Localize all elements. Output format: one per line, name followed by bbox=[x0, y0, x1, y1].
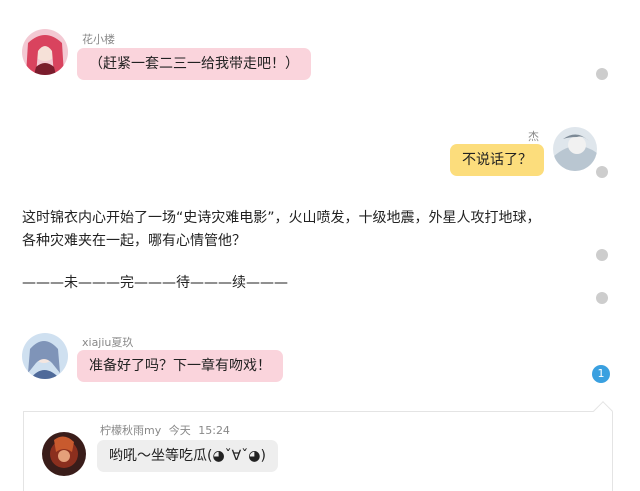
comment-time: 15:24 bbox=[198, 424, 230, 437]
avatar-huaxiaolou[interactable] bbox=[22, 29, 68, 75]
comment-count-badge[interactable]: 1 bbox=[592, 365, 610, 383]
comment-dot[interactable] bbox=[596, 249, 608, 261]
comment-meta: 柠檬秋雨my 今天 15:24 bbox=[100, 422, 234, 438]
comment-dot[interactable] bbox=[596, 292, 608, 304]
narration-line: 这时锦衣内心开始了一场“史诗灾难电影”，火山喷发，十级地震，外星人攻打地球， bbox=[22, 210, 541, 226]
message-bubble: （赶紧一套二三一给我带走吧！） bbox=[77, 48, 311, 80]
comment-date: 今天 bbox=[168, 424, 191, 437]
commenter-name[interactable]: 柠檬秋雨my bbox=[100, 424, 161, 437]
author-name: 杰 bbox=[528, 130, 539, 143]
author-name: xiajiu夏玖 bbox=[82, 336, 134, 349]
message-bubble: 准备好了吗？下一章有吻戏！ bbox=[77, 350, 283, 382]
commenter-avatar[interactable] bbox=[42, 432, 86, 476]
comment-dot[interactable] bbox=[596, 166, 608, 178]
avatar-jie[interactable] bbox=[553, 127, 597, 171]
comment-dot[interactable] bbox=[596, 68, 608, 80]
narration-line: 各种灾难夹在一起，哪有心情管他？ bbox=[22, 233, 246, 249]
message-bubble: 不说话了？ bbox=[450, 144, 544, 176]
avatar-xiajiu[interactable] bbox=[22, 333, 68, 379]
comment-text: 哟吼～坐等吃瓜(◕ˇ∀ˇ◕) bbox=[97, 440, 278, 472]
author-name: 花小楼 bbox=[82, 33, 115, 46]
to-be-continued: ———未———完———待———续——— bbox=[22, 275, 288, 291]
